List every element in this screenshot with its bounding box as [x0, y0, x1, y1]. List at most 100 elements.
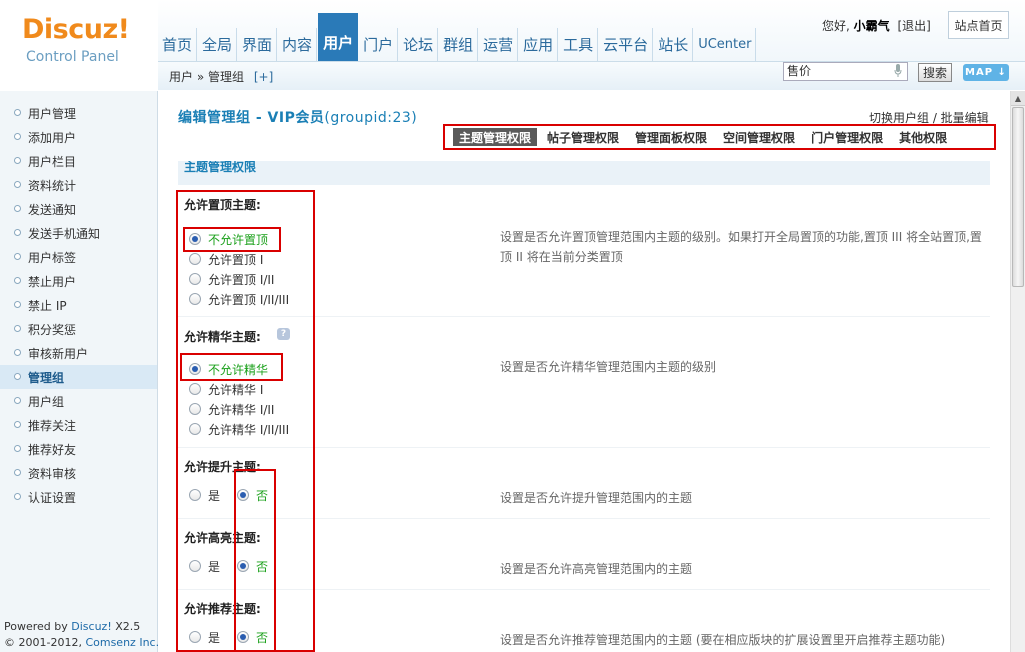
sidebar-item-recommend-friends[interactable]: 推荐好友	[0, 437, 157, 461]
nav-style[interactable]: 界面	[238, 28, 278, 61]
sidebar-item-ban-ip[interactable]: 禁止 IP	[0, 293, 157, 317]
radio-button[interactable]	[189, 631, 201, 643]
radio-sticky-1[interactable]: 允许置顶 I	[189, 250, 263, 268]
sidebar-item-send-notice[interactable]: 发送通知	[0, 197, 157, 221]
sidebar-item-verify[interactable]: 认证设置	[0, 485, 157, 509]
radio-bump-no[interactable]: 否	[237, 486, 268, 504]
nav-ucenter[interactable]: UCenter	[694, 28, 757, 61]
tab-space-permissions[interactable]: 空间管理权限	[717, 128, 801, 146]
sidebar-item-add-user[interactable]: 添加用户	[0, 125, 157, 149]
sidebar-item-user-tags[interactable]: 用户标签	[0, 245, 157, 269]
radio-no-digest[interactable]: 不允许精华	[189, 360, 268, 378]
add-shortcut-link[interactable]: [+]	[254, 70, 273, 84]
greeting: 您好, 小霸气 [退出]	[822, 17, 931, 34]
bullet-icon	[14, 325, 21, 332]
bullet-icon	[14, 205, 21, 212]
radio-highlight-yes[interactable]: 是	[189, 557, 220, 575]
radio-button[interactable]	[189, 403, 201, 415]
tab-panel-permissions[interactable]: 管理面板权限	[629, 128, 713, 146]
logo[interactable]: Discuz! Control Panel	[0, 0, 158, 90]
radio-button[interactable]	[189, 233, 201, 245]
sidebar-item-credits[interactable]: 积分奖惩	[0, 317, 157, 341]
tab-other-permissions[interactable]: 其他权限	[893, 128, 953, 146]
sidebar-item-audit-new[interactable]: 审核新用户	[0, 341, 157, 365]
tab-portal-permissions[interactable]: 门户管理权限	[805, 128, 889, 146]
nav-cloud[interactable]: 云平台	[599, 28, 654, 61]
microphone-icon[interactable]	[894, 64, 902, 77]
field-label-digest: 允许精华主题:	[184, 330, 261, 344]
tab-post-permissions[interactable]: 帖子管理权限	[541, 128, 625, 146]
vertical-scrollbar[interactable]: ▲	[1010, 91, 1025, 652]
sidebar-item-send-sms[interactable]: 发送手机通知	[0, 221, 157, 245]
sidebar-item-admin-group[interactable]: 管理组	[0, 365, 157, 389]
scroll-up-icon[interactable]: ▲	[1011, 91, 1025, 106]
row-divider	[178, 589, 990, 590]
page-title-text: 编辑管理组 - VIP会员	[178, 110, 325, 126]
radio-button[interactable]	[237, 489, 249, 501]
map-button[interactable]: MAP ↓	[963, 64, 1009, 81]
help-icon[interactable]: ?	[277, 328, 290, 340]
nav-webmaster[interactable]: 站长	[654, 28, 694, 61]
sidebar-item-user-manage[interactable]: 用户管理	[0, 101, 157, 125]
radio-digest-3[interactable]: 允许精华 I/II/III	[189, 420, 289, 438]
bullet-icon	[14, 493, 21, 500]
radio-button[interactable]	[189, 489, 201, 501]
nav-portal[interactable]: 门户	[359, 28, 399, 61]
bullet-icon	[14, 421, 21, 428]
sidebar-item-profile-audit[interactable]: 资料审核	[0, 461, 157, 485]
sidebar-item-ban-user[interactable]: 禁止用户	[0, 269, 157, 293]
breadcrumb-root[interactable]: 用户	[169, 70, 193, 84]
sidebar-item-label: 发送手机通知	[28, 227, 101, 241]
radio-bump-yes[interactable]: 是	[189, 486, 220, 504]
radio-digest-1[interactable]: 允许精华 I	[189, 380, 263, 398]
sidebar-item-user-fields[interactable]: 用户栏目	[0, 149, 157, 173]
search-input[interactable]: 售价	[783, 62, 908, 81]
nav-forum[interactable]: 论坛	[399, 28, 439, 61]
radio-button[interactable]	[189, 293, 201, 305]
powered-brand-link[interactable]: Discuz!	[71, 620, 111, 633]
nav-home[interactable]: 首页	[158, 28, 198, 61]
permission-tabs: 主题管理权限 帖子管理权限 管理面板权限 空间管理权限 门户管理权限 其他权限	[443, 124, 996, 150]
radio-no-sticky[interactable]: 不允许置顶	[189, 230, 268, 248]
radio-button[interactable]	[189, 273, 201, 285]
powered-prefix: Powered by	[4, 620, 72, 633]
scroll-thumb[interactable]	[1012, 107, 1024, 287]
radio-button[interactable]	[189, 253, 201, 265]
sidebar-item-recommend-follow[interactable]: 推荐关注	[0, 413, 157, 437]
radio-label: 不允许置顶	[208, 232, 269, 247]
radio-button[interactable]	[189, 363, 201, 375]
copyright-company-link[interactable]: Comsenz Inc.	[85, 636, 159, 649]
radio-recommend-no[interactable]: 否	[237, 628, 268, 646]
radio-button[interactable]	[237, 560, 249, 572]
row-divider	[178, 316, 990, 317]
tab-thread-permissions[interactable]: 主题管理权限	[453, 128, 538, 146]
radio-button[interactable]	[189, 560, 201, 572]
nav-global[interactable]: 全局	[198, 28, 238, 61]
sidebar-item-label: 用户组	[28, 395, 65, 409]
sidebar-item-label: 审核新用户	[28, 347, 89, 361]
nav-user[interactable]: 用户	[318, 13, 359, 61]
radio-label: 允许置顶 I	[208, 252, 264, 267]
radio-highlight-no[interactable]: 否	[237, 557, 268, 575]
radio-recommend-yes[interactable]: 是	[189, 628, 220, 646]
nav-group[interactable]: 群组	[439, 28, 479, 61]
logout-link[interactable]: [退出]	[898, 19, 931, 33]
sidebar-item-profile-stats[interactable]: 资料统计	[0, 173, 157, 197]
radio-button[interactable]	[189, 423, 201, 435]
radio-button[interactable]	[189, 383, 201, 395]
site-home-button[interactable]: 站点首页	[948, 11, 1009, 39]
bullet-icon	[14, 301, 21, 308]
nav-tools[interactable]: 工具	[559, 28, 599, 61]
radio-sticky-2[interactable]: 允许置顶 I/II	[189, 270, 274, 288]
search-button[interactable]: 搜索	[918, 63, 952, 82]
radio-sticky-3[interactable]: 允许置顶 I/II/III	[189, 290, 289, 308]
nav-operation[interactable]: 运营	[479, 28, 519, 61]
radio-digest-2[interactable]: 允许精华 I/II	[189, 400, 274, 418]
field-desc-highlight: 设置是否允许高亮管理范围内的主题	[500, 562, 693, 576]
radio-button[interactable]	[237, 631, 249, 643]
section-title: 主题管理权限	[178, 161, 990, 185]
nav-content[interactable]: 内容	[278, 28, 318, 61]
sidebar-item-user-group[interactable]: 用户组	[0, 389, 157, 413]
nav-apps[interactable]: 应用	[519, 28, 559, 61]
sub-toolbar: 用户 » 管理组 [+] 售价 搜索 MAP ↓	[158, 61, 1025, 90]
